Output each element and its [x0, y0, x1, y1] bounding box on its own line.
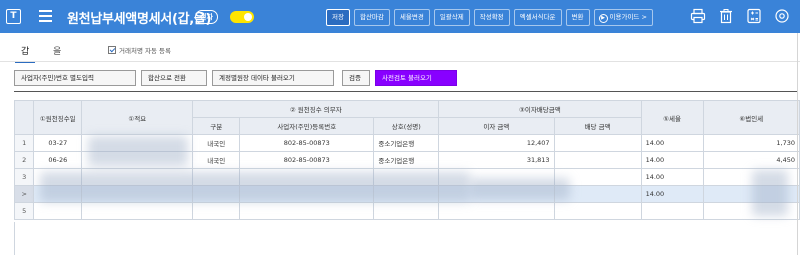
redacted-amount-area	[470, 178, 570, 200]
convert-button[interactable]: 변환	[565, 9, 590, 26]
table-row[interactable]: 5	[13, 202, 800, 220]
cell-date[interactable]	[33, 202, 83, 220]
print-icon[interactable]	[690, 8, 706, 24]
header-rate: ⑤세율	[640, 100, 704, 135]
header-kind: 구분	[192, 117, 241, 135]
calculator-icon[interactable]	[746, 8, 762, 24]
tab-eul[interactable]: 을	[53, 44, 61, 57]
panel-edge	[797, 33, 798, 255]
app-logo: T	[6, 9, 21, 24]
cell-reg-no[interactable]: 802-85-00873	[239, 151, 375, 169]
header-dividend: 배당 금액	[553, 117, 642, 135]
cell-reg-no[interactable]: 802-85-00873	[239, 134, 375, 152]
cell-rate[interactable]: 14.00	[640, 168, 704, 186]
cell-rate[interactable]	[640, 202, 704, 220]
excel-download-button[interactable]: 엑셀서식다운	[513, 9, 562, 26]
cell-rate[interactable]: 14.00	[640, 134, 704, 152]
confirm-button[interactable]: 작성확정	[473, 9, 510, 26]
trash-icon[interactable]	[718, 8, 734, 24]
row-number: 1	[13, 134, 35, 152]
cell-memo[interactable]	[81, 202, 194, 220]
redacted-row-area	[40, 172, 470, 202]
header-reg-no: 사업자(주민)등록번호	[239, 117, 375, 135]
cell-name[interactable]: 중소기업은행	[373, 151, 440, 169]
header-payer-group: ② 원천징수 의무자	[192, 100, 440, 118]
tab-gap[interactable]: 갑	[14, 44, 36, 63]
switch-to-sum-button[interactable]: 합산으로 전환	[141, 70, 207, 86]
toolbar: 저장 합산마감 세율변경 일괄삭제 작성확정 엑셀서식다운 변환 ▶ 이용가이드 …	[326, 9, 653, 26]
title-bar: T 원천납부세액명세서(갑,을) 전자 저장 합산마감 세율변경 일괄삭제 작성…	[0, 0, 800, 33]
redacted-memo-area	[88, 136, 188, 166]
cell-date[interactable]: 06-26	[33, 151, 83, 169]
header-name: 상호(성명)	[373, 117, 440, 135]
row-number: 2	[13, 151, 35, 169]
cell-kind[interactable]	[192, 202, 241, 220]
toggle-switch[interactable]	[230, 11, 254, 23]
cell-reg-no[interactable]	[239, 202, 375, 220]
cell-rate[interactable]: 14.00	[640, 151, 704, 169]
load-pre-review-button[interactable]: 사전검토 불러오기	[375, 70, 457, 86]
header-interest: 이자 금액	[438, 117, 555, 135]
cell-tax[interactable]: 1,730	[702, 134, 800, 152]
cell-kind[interactable]: 내국인	[192, 151, 241, 169]
row-number: 3	[13, 168, 35, 186]
verify-button[interactable]: 검증	[342, 70, 370, 86]
usage-guide-button[interactable]: ▶ 이용가이드 >	[593, 9, 653, 26]
settings-icon[interactable]	[774, 8, 790, 24]
cell-dividend[interactable]	[553, 202, 642, 220]
cell-dividend[interactable]	[553, 134, 642, 152]
sum-close-button[interactable]: 합산마감	[353, 9, 390, 26]
cell-name[interactable]: 중소기업은행	[373, 134, 440, 152]
load-ledger-data-button[interactable]: 계정별원장 데이타 불러오기	[212, 70, 334, 86]
electronic-badge: 전자	[195, 10, 218, 24]
rate-change-button[interactable]: 세율변경	[393, 9, 430, 26]
page-title: 원천납부세액명세서(갑,을)	[67, 12, 212, 27]
separate-id-input-button[interactable]: 사업자(주민)번호 별도입력	[14, 70, 136, 86]
hamburger-menu-icon[interactable]	[39, 10, 52, 22]
cell-dividend[interactable]	[553, 151, 642, 169]
action-divider	[14, 91, 798, 92]
auto-register-label: 거래처명 자동 등록	[119, 47, 171, 55]
window-icons	[690, 8, 790, 24]
redacted-tax-area	[752, 170, 788, 216]
cell-date[interactable]: 03-27	[33, 134, 83, 152]
header-date: ①원천징수일	[33, 100, 83, 135]
bulk-delete-button[interactable]: 일괄삭제	[433, 9, 470, 26]
auto-register-checkbox[interactable]	[108, 46, 116, 54]
save-button[interactable]: 저장	[326, 9, 350, 26]
tab-divider	[0, 61, 800, 62]
row-number: 5	[13, 202, 35, 220]
row-number-header	[13, 100, 35, 135]
cell-rate[interactable]: 14.00	[640, 185, 704, 203]
cell-tax[interactable]: 4,450	[702, 151, 800, 169]
header-tax: ⑥법인세	[702, 100, 800, 135]
grid-empty-area	[14, 222, 798, 255]
usage-guide-label: 이용가이드 >	[609, 13, 647, 21]
cell-interest[interactable]: 12,407	[438, 134, 555, 152]
header-amount-group: ③이자배당금액	[438, 100, 642, 118]
cell-name[interactable]	[373, 202, 440, 220]
auto-register-option[interactable]: 거래처명 자동 등록	[108, 45, 171, 55]
cell-interest[interactable]	[438, 202, 555, 220]
header-memo: ①적요	[81, 100, 194, 135]
action-bar: 사업자(주민)번호 별도입력 합산으로 전환 계정별원장 데이타 불러오기 검증…	[14, 70, 457, 86]
row-pointer-icon: >	[13, 185, 35, 203]
cell-interest[interactable]: 31,813	[438, 151, 555, 169]
play-circle-icon: ▶	[598, 14, 608, 23]
cell-kind[interactable]: 내국인	[192, 134, 241, 152]
